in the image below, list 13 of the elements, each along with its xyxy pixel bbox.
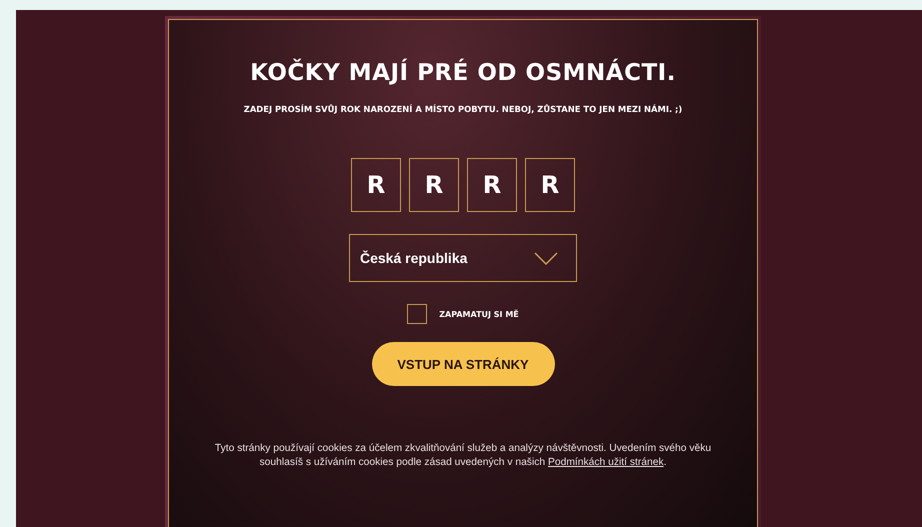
cookie-notice: Tyto stránky používají cookies za účelem zkvalitňování služeb a analýzy návštěvnosti. Uvedením svého věku souhlasíš s užíváním cookies podle zásad uvedených v našich Podmínkách užití stránek. xyxy=(214,442,712,470)
country-select[interactable]: Česká republika xyxy=(349,234,577,282)
year-digit-field[interactable]: R xyxy=(467,158,517,212)
enter-button[interactable]: VSTUP NA STRÁNKY xyxy=(372,342,554,386)
year-digit-field[interactable]: R xyxy=(351,158,401,212)
remember-checkbox[interactable] xyxy=(407,304,428,324)
terms-link[interactable]: Podmínkách užití stránek xyxy=(548,457,664,468)
modal-title: KOČKY MAJÍ PRÉ OD OSMNÁCTI. xyxy=(250,60,676,86)
remember-label: ZAPAMATUJ SI MĚ xyxy=(439,310,519,318)
year-digit-field[interactable]: R xyxy=(409,158,459,212)
year-digit-field[interactable]: R xyxy=(525,158,575,212)
modal-subtitle: ZADEJ PROSÍM SVŮJ ROK NAROZENÍ A MÍSTO POBYTU. NEBOJ, ZŮSTANE TO JEN MEZI NÁMI. ;) xyxy=(244,104,682,114)
chevron-down-icon xyxy=(534,252,558,264)
